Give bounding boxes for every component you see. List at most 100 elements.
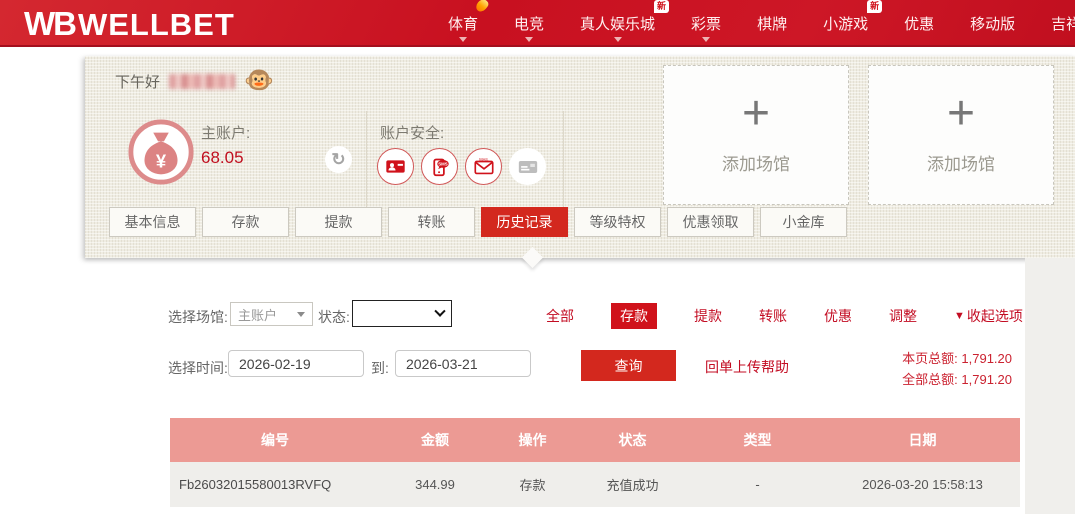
top-header: WB WELLBET 体育 电竞 真人娱乐城 新 彩票 棋牌 小游戏 新 优惠 … [0, 0, 1075, 47]
main-account-label: 主账户: [201, 125, 251, 142]
table-header-row: 编号 金额 操作 状态 类型 日期 [170, 418, 1020, 462]
add-venue-card[interactable]: + 添加场馆 [663, 65, 849, 205]
date-from-input[interactable] [228, 350, 364, 377]
date-to-input[interactable] [395, 350, 531, 377]
all-total-value: 1,791.20 [961, 372, 1012, 387]
nav-promotions[interactable]: 优惠 [904, 13, 934, 34]
refresh-balance-icon[interactable] [325, 146, 352, 173]
nav-label: 彩票 [691, 16, 722, 33]
nav-label: 真人娱乐城 [580, 16, 656, 33]
nav-board-games[interactable]: 棋牌 [757, 13, 787, 34]
collapse-options-link[interactable]: ▼ 收起选项 [954, 306, 1023, 326]
add-venue-label: 添加场馆 [927, 154, 995, 174]
chevron-down-icon [434, 305, 446, 317]
tab-vault[interactable]: 小金库 [760, 207, 847, 237]
nav-label: 吉祥 [1051, 16, 1075, 33]
tab-withdraw[interactable]: 提款 [295, 207, 382, 237]
main-nav: 体育 电竞 真人娱乐城 新 彩票 棋牌 小游戏 新 优惠 移动版 吉祥 [448, 0, 1075, 47]
filter-promo[interactable]: 优惠 [824, 306, 852, 326]
status-label: 状态: [318, 309, 350, 325]
account-tabs: 基本信息 存款 提款 转账 历史记录 等级特权 优惠领取 小金库 [109, 207, 847, 237]
yuan-symbol: ¥ [156, 151, 167, 172]
id-card-icon[interactable] [377, 148, 414, 185]
collapse-options-label: 收起选项 [966, 308, 1023, 324]
col-header-id: 编号 [261, 432, 289, 448]
select-time-label: 选择时间: [168, 360, 228, 376]
tab-promo-claim[interactable]: 优惠领取 [667, 207, 754, 237]
nav-lottery[interactable]: 彩票 [691, 13, 722, 42]
add-venue-card[interactable]: + 添加场馆 [868, 65, 1054, 205]
account-balance: 68.05 [201, 148, 244, 167]
logo-text: WELLBET [77, 7, 235, 42]
tab-basic-info[interactable]: 基本信息 [109, 207, 196, 237]
username-blurred [169, 73, 236, 89]
chevron-down-icon [613, 37, 622, 42]
plus-icon: + [946, 87, 976, 141]
nav-mobile[interactable]: 移动版 [970, 13, 1015, 34]
filter-all[interactable]: 全部 [546, 306, 574, 326]
filter-withdraw[interactable]: 提款 [694, 306, 722, 326]
nav-jixiang[interactable]: 吉祥 [1051, 13, 1075, 34]
filter-adjustment[interactable]: 调整 [889, 306, 917, 326]
account-panel: 下午好 🐵 ¥ 主账户: 68.05 账户安全: SMS [85, 56, 1075, 258]
page-total-value: 1,791.20 [961, 351, 1012, 366]
nav-label: 体育 [448, 16, 479, 33]
svg-text:MAIL: MAIL [479, 157, 489, 162]
right-gutter [1025, 258, 1075, 514]
svg-text:SMS: SMS [438, 162, 448, 167]
nav-label: 棋牌 [757, 16, 788, 33]
col-header-date: 日期 [908, 432, 937, 448]
account-security-label: 账户安全: [380, 125, 445, 142]
tab-history[interactable]: 历史记录 [481, 207, 568, 237]
email-icon[interactable]: MAIL [465, 148, 502, 185]
page-total-line: 本页总额: 1,791.20 [902, 348, 1012, 369]
filter-transfer[interactable]: 转账 [759, 306, 787, 326]
to-label: 到: [371, 360, 389, 376]
col-header-type: 类型 [743, 432, 772, 448]
cell-amount: 344.99 [415, 477, 455, 492]
status-select[interactable] [352, 300, 452, 327]
nav-mini-games[interactable]: 小游戏 新 [823, 0, 883, 34]
new-badge: 新 [867, 0, 883, 13]
col-header-operation: 操作 [518, 432, 547, 448]
divider [563, 111, 564, 209]
table-row[interactable]: Fb26032015580013RVFQ 344.99 存款 充值成功 - 20… [170, 462, 1020, 507]
all-total-label: 全部总额: [902, 372, 958, 387]
new-badge: 新 [654, 0, 670, 13]
record-type-filters: 全部 存款 提款 转账 优惠 调整 ▼ 收起选项 [546, 303, 1023, 329]
cell-type: - [755, 477, 760, 492]
monkey-avatar: 🐵 [244, 67, 274, 94]
greeting-row: 下午好 🐵 [115, 69, 274, 93]
cell-operation: 存款 [519, 478, 546, 493]
nav-label: 优惠 [904, 16, 935, 33]
page-total-label: 本页总额: [902, 351, 958, 366]
bank-card-icon[interactable] [509, 148, 546, 185]
nav-esports[interactable]: 电竞 [514, 13, 544, 42]
wellbet-logo[interactable]: WB WELLBET [24, 5, 235, 43]
nav-live-casino[interactable]: 真人娱乐城 新 [580, 0, 670, 42]
add-venue-label: 添加场馆 [722, 154, 790, 174]
nav-label: 小游戏 [823, 16, 869, 33]
tab-deposit[interactable]: 存款 [202, 207, 289, 237]
totals-summary: 本页总额: 1,791.20 全部总额: 1,791.20 [902, 348, 1012, 390]
chevron-down-icon [702, 37, 711, 42]
logo-mark: WB [24, 5, 77, 42]
venue-select[interactable]: 主账户 [230, 302, 313, 326]
nav-sports[interactable]: 体育 [448, 0, 491, 42]
cell-transaction-id: Fb26032015580013RVFQ [179, 477, 332, 492]
receipt-upload-help-link[interactable]: 回单上传帮助 [705, 357, 789, 377]
search-button[interactable]: 查询 [581, 350, 676, 381]
tab-level-privileges[interactable]: 等级特权 [574, 207, 661, 237]
chevron-down-icon [459, 37, 467, 42]
venue-select-value: 主账户 [238, 307, 278, 323]
filter-deposit[interactable]: 存款 [611, 303, 657, 329]
col-header-status: 状态 [618, 432, 647, 448]
sms-phone-icon[interactable]: SMS [421, 148, 458, 185]
tab-transfer[interactable]: 转账 [388, 207, 475, 237]
cell-date: 2026-03-20 15:58:13 [862, 477, 983, 492]
chevron-down-icon [297, 311, 305, 317]
cell-status: 充值成功 [606, 478, 659, 493]
select-venue-label: 选择场馆: [168, 309, 228, 325]
history-table: 编号 金额 操作 状态 类型 日期 Fb26032015580013RVFQ 3… [170, 418, 1020, 507]
plus-icon: + [741, 87, 771, 141]
